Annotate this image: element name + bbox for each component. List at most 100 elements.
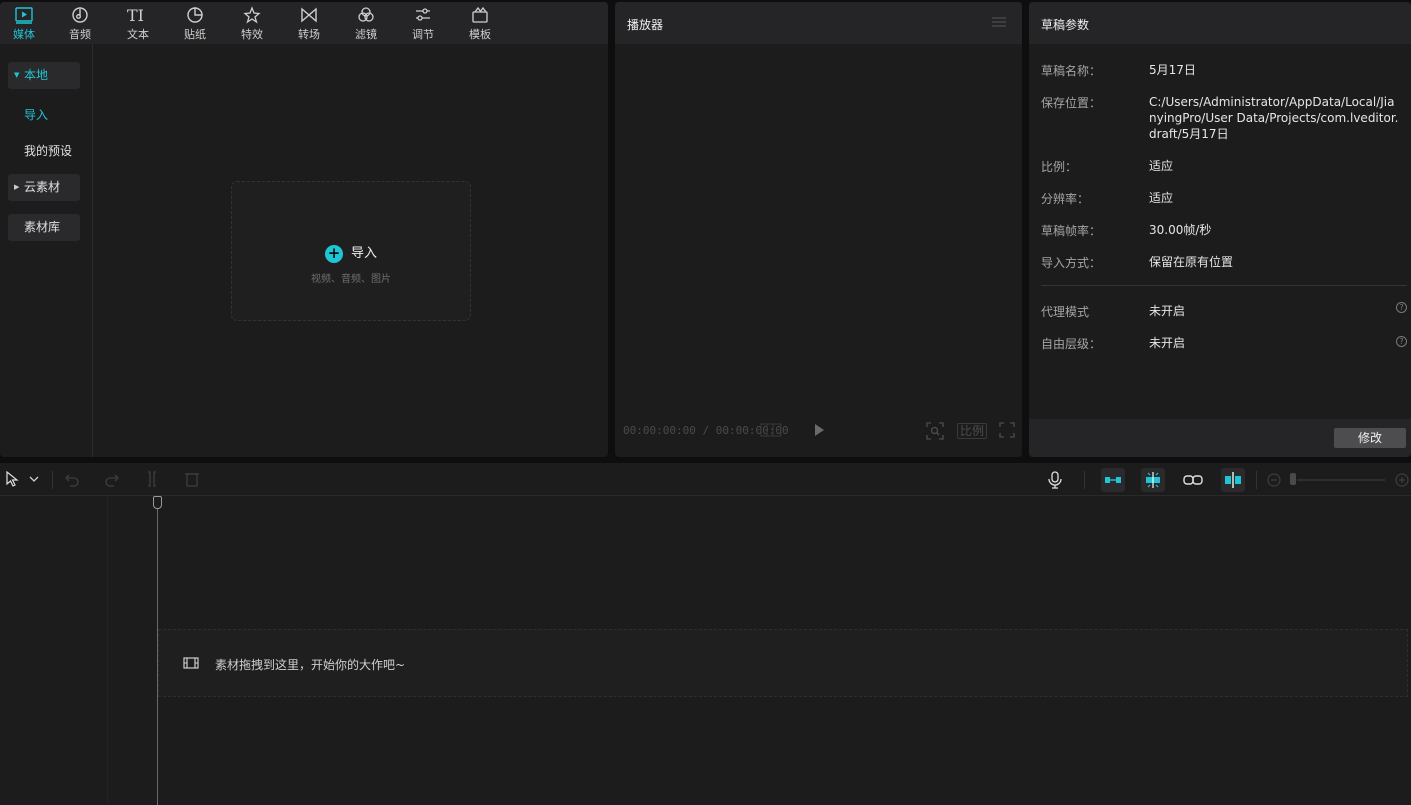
effects-icon <box>243 6 261 24</box>
param-value-import-mode: 保留在原有位置 <box>1149 255 1234 269</box>
caret-down-icon: ▼ <box>14 71 20 79</box>
media-icon <box>15 7 33 24</box>
zoom-out-icon[interactable] <box>1267 473 1281 487</box>
auto-snap-toggle[interactable] <box>1141 468 1165 492</box>
sidebar-item-cloud-label: 云素材 <box>24 180 61 194</box>
split-icon[interactable] <box>145 471 159 487</box>
track-header-divider <box>107 496 108 805</box>
tab-effects[interactable]: 特效 <box>232 6 272 42</box>
import-label: 导入 <box>350 246 377 261</box>
zoom-slider-track[interactable] <box>1297 479 1385 481</box>
snap-icon <box>1146 472 1160 488</box>
playhead-handle[interactable] <box>153 496 162 509</box>
magnet-link-icon <box>1105 477 1121 483</box>
ratio-button[interactable]: 比例 <box>957 423 988 439</box>
microphone-icon[interactable] <box>1048 471 1062 489</box>
tab-transition-label: 转场 <box>298 28 320 41</box>
tab-media[interactable]: 媒体 <box>4 6 44 42</box>
sidebar-item-my-presets[interactable]: 我的预设 <box>24 142 72 159</box>
tab-audio-label: 音频 <box>69 28 91 41</box>
template-icon <box>472 6 488 23</box>
tab-adjust-label: 调节 <box>412 28 434 41</box>
playhead-line[interactable] <box>157 504 158 805</box>
sidebar-item-cloud[interactable]: ▶ 云素材 <box>8 174 80 201</box>
sidebar-item-import[interactable]: 导入 <box>24 106 48 123</box>
tab-adjust[interactable]: 调节 <box>403 6 443 42</box>
param-label-import-mode: 导入方式： <box>1041 256 1102 270</box>
toolbar-divider <box>1256 471 1257 489</box>
zoom-in-icon[interactable] <box>1395 473 1409 487</box>
chevron-down-icon[interactable] <box>29 475 39 483</box>
tab-filter-label: 滤镜 <box>355 28 377 41</box>
preview-axis-toggle[interactable] <box>1221 468 1245 492</box>
caret-right-icon: ▶ <box>14 183 20 191</box>
help-icon[interactable]: ? <box>1396 336 1407 347</box>
filter-icon <box>358 7 374 22</box>
redo-icon[interactable] <box>104 471 120 487</box>
import-button[interactable]: + 导入 <box>232 242 470 263</box>
toolbar-divider <box>1084 471 1085 489</box>
preview-axis-icon <box>1225 472 1241 488</box>
tab-sticker-label: 贴纸 <box>184 28 206 41</box>
param-value-proxy: 未开启 <box>1149 304 1186 318</box>
param-label-proxy: 代理模式 <box>1041 305 1090 319</box>
tab-audio[interactable]: 音频 <box>60 6 100 42</box>
import-hint: 视频、音频、图片 <box>311 274 391 285</box>
delete-icon[interactable] <box>185 471 199 487</box>
tab-text[interactable]: TI 文本 <box>118 6 158 42</box>
transition-icon <box>301 7 317 23</box>
tab-sticker[interactable]: 贴纸 <box>175 6 215 42</box>
player-viewport <box>615 44 1022 457</box>
player-panel: 播放器 00:00:00:00 / 00:00:00:00 比例 <box>615 2 1022 457</box>
media-sidebar: ▼ 本地 导入 我的预设 ▶ 云素材 素材库 <box>0 44 93 457</box>
plus-icon: + <box>324 244 343 263</box>
media-panel: 媒体 音频 TI 文本 贴纸 特效 转场 滤镜 调节 模板 ▼ 本地 导入 我的… <box>0 2 608 457</box>
param-label-free-layer: 自由层级： <box>1041 337 1102 351</box>
waveform-icon[interactable] <box>759 422 783 438</box>
link-icon[interactable] <box>1183 472 1203 488</box>
menu-icon[interactable] <box>992 16 1006 28</box>
draft-params-header: 草稿参数 <box>1029 2 1411 44</box>
sidebar-item-local[interactable]: ▼ 本地 <box>8 62 80 89</box>
select-cursor-icon[interactable] <box>6 471 20 487</box>
media-toolbar: 媒体 音频 TI 文本 贴纸 特效 转场 滤镜 调节 模板 <box>0 2 608 44</box>
draft-params-title: 草稿参数 <box>1041 18 1090 32</box>
audio-icon <box>72 7 88 23</box>
import-dropzone[interactable]: + 导入 视频、音频、图片 <box>231 181 471 321</box>
text-icon: TI <box>127 6 144 24</box>
help-icon[interactable]: ? <box>1396 302 1407 313</box>
fullscreen-icon[interactable] <box>999 422 1015 438</box>
param-value-free-layer: 未开启 <box>1149 336 1186 350</box>
param-value-fps: 30.00帧/秒 <box>1149 223 1212 237</box>
toolbar-divider <box>52 471 53 489</box>
tab-effects-label: 特效 <box>241 28 263 41</box>
player-title: 播放器 <box>627 18 664 32</box>
tab-template[interactable]: 模板 <box>460 6 500 42</box>
tab-media-label: 媒体 <box>13 28 35 41</box>
tab-text-label: 文本 <box>127 28 149 41</box>
sidebar-item-library[interactable]: 素材库 <box>8 214 80 241</box>
param-label-path: 保存位置： <box>1041 96 1102 110</box>
param-value-name: 5月17日 <box>1149 63 1196 77</box>
timeline-area: 素材拖拽到这里，开始你的大作吧~ <box>0 496 1411 805</box>
undo-icon[interactable] <box>64 471 80 487</box>
param-label-name: 草稿名称： <box>1041 64 1102 78</box>
main-track-magnet-toggle[interactable] <box>1101 468 1125 492</box>
zoom-fit-icon[interactable] <box>926 422 944 440</box>
params-footer: 修改 <box>1029 419 1411 457</box>
timeline-toolbar <box>0 463 1411 496</box>
params-divider <box>1041 285 1407 286</box>
param-value-path: C:/Users/Administrator/AppData/Local/Jia… <box>1149 95 1399 141</box>
svg-text:TI: TI <box>127 6 144 24</box>
tab-transition[interactable]: 转场 <box>289 6 329 42</box>
sidebar-item-local-label: 本地 <box>24 68 49 82</box>
param-value-ratio: 适应 <box>1149 159 1174 173</box>
film-icon <box>183 657 199 669</box>
tab-filter[interactable]: 滤镜 <box>346 6 386 42</box>
timeline-drop-area[interactable]: 素材拖拽到这里，开始你的大作吧~ <box>158 629 1408 697</box>
zoom-slider-handle[interactable] <box>1290 473 1296 485</box>
modify-button[interactable]: 修改 <box>1334 428 1406 448</box>
play-icon[interactable] <box>812 422 826 438</box>
tab-template-label: 模板 <box>469 28 491 41</box>
param-value-resolution: 适应 <box>1149 191 1174 205</box>
